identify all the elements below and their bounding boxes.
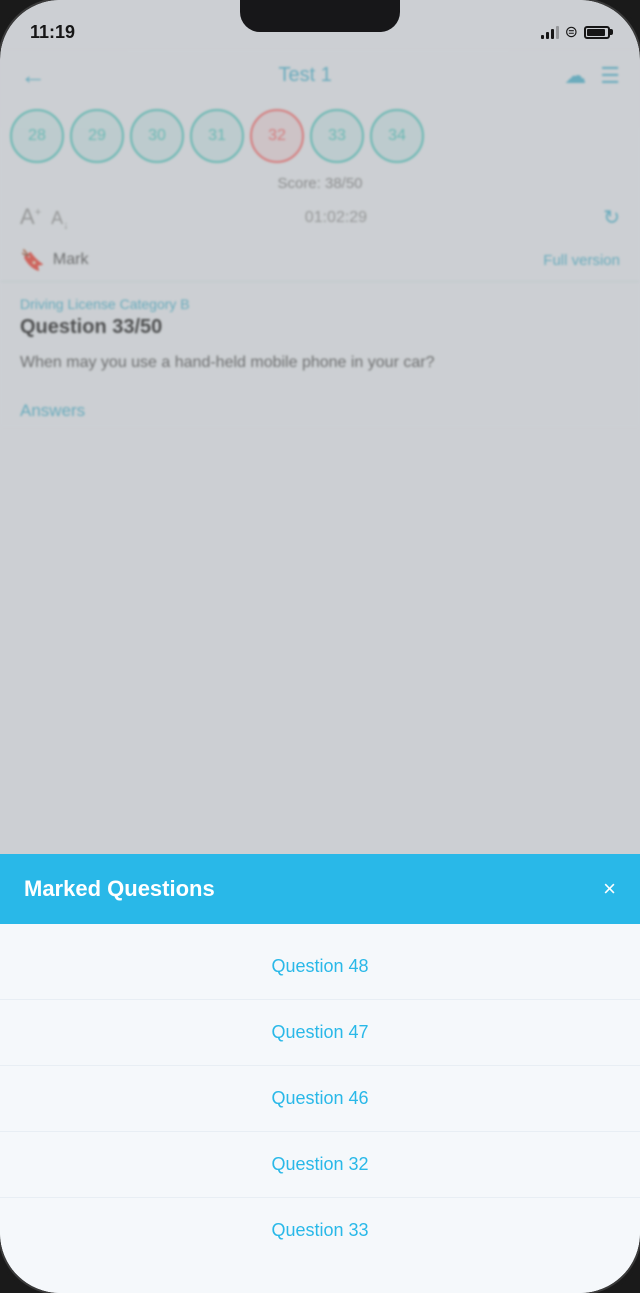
marked-question-item-32[interactable]: Question 32 (0, 1132, 640, 1198)
modal-body: Question 48 Question 47 Question 46 Ques… (0, 924, 640, 1293)
marked-question-item-47[interactable]: Question 47 (0, 1000, 640, 1066)
modal-header: Marked Questions × (0, 854, 640, 924)
phone-frame: 11:19 ⊜ ← Test 1 ☁ ☰ (0, 0, 640, 1293)
modal-overlay: Marked Questions × Question 48 Question … (0, 0, 640, 1293)
modal-title: Marked Questions (24, 876, 215, 902)
marked-question-item-33[interactable]: Question 33 (0, 1198, 640, 1263)
marked-questions-modal: Marked Questions × Question 48 Question … (0, 854, 640, 1293)
phone-screen: 11:19 ⊜ ← Test 1 ☁ ☰ (0, 0, 640, 1293)
marked-question-item-48[interactable]: Question 48 (0, 934, 640, 1000)
marked-question-item-46[interactable]: Question 46 (0, 1066, 640, 1132)
modal-close-button[interactable]: × (603, 876, 616, 902)
